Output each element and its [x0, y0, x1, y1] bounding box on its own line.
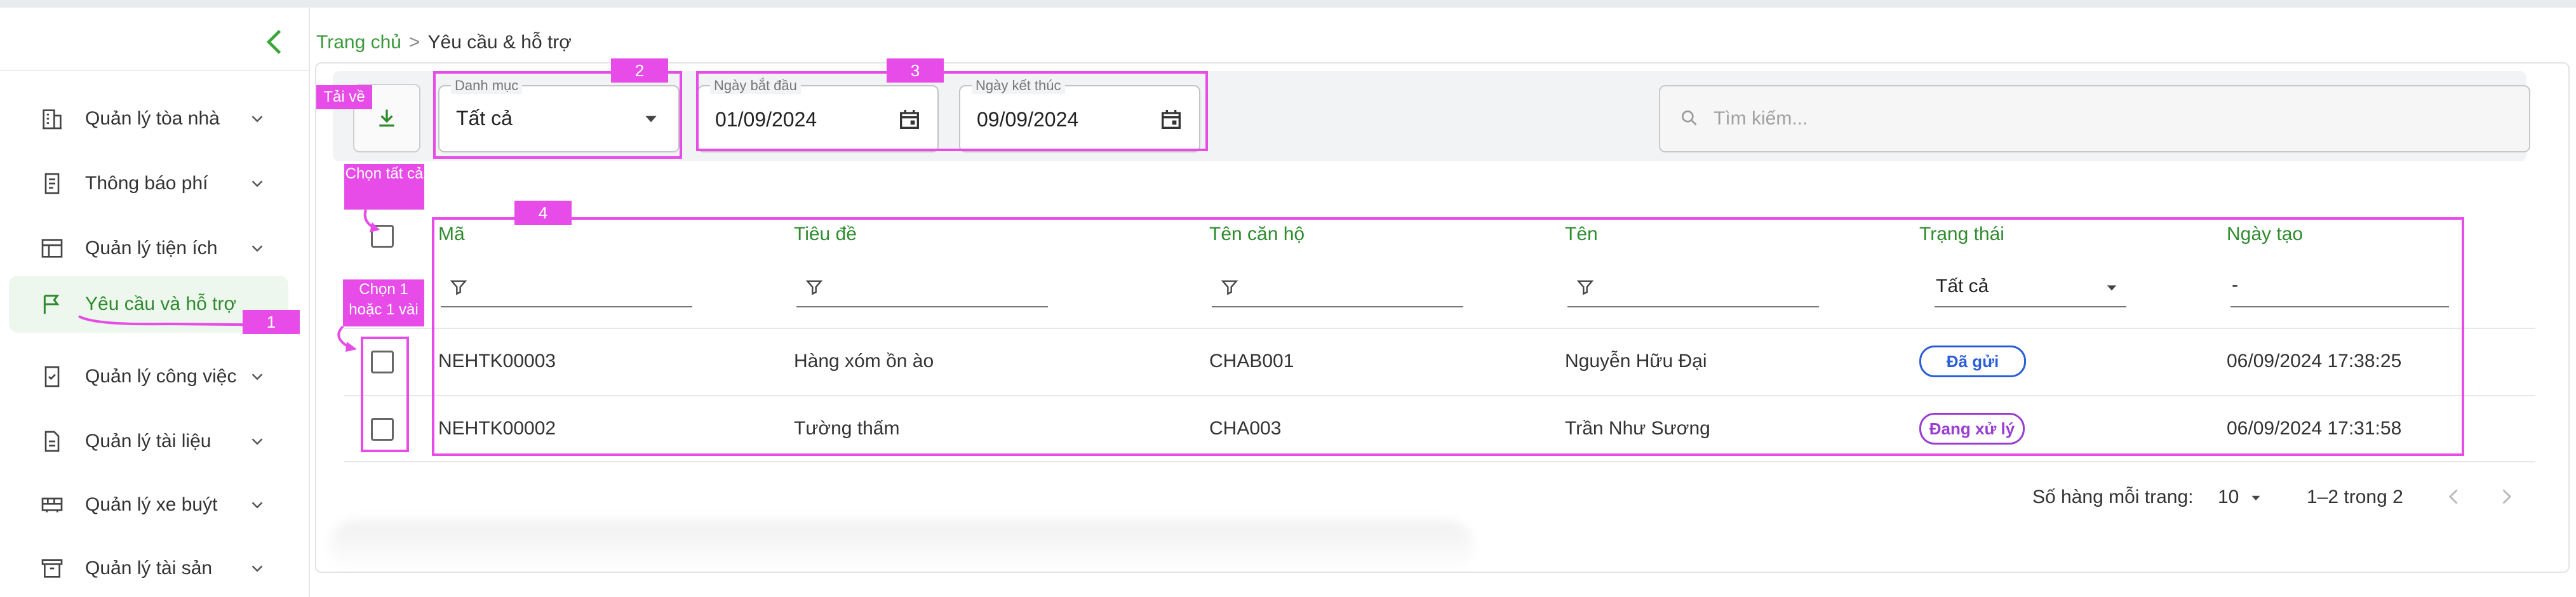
sidebar-item-tasks[interactable]: Quản lý công việc — [9, 348, 288, 405]
search-placeholder: Tìm kiếm... — [1714, 108, 1808, 129]
sidebar-item-label: Thông báo phí — [85, 173, 208, 194]
rows-per-page-value: 10 — [2218, 486, 2239, 507]
rows-per-page-select[interactable]: 10 — [2218, 486, 2262, 508]
annotation-box-3 — [696, 71, 1208, 151]
annotation-number-4: 4 — [514, 201, 572, 225]
chevron-down-icon — [252, 245, 263, 252]
sidebar-item-building[interactable]: Quản lý tòa nhà — [9, 90, 288, 147]
task-icon — [44, 366, 60, 387]
archive-icon — [41, 559, 63, 578]
chevron-down-icon — [252, 565, 263, 572]
breadcrumb-home-link[interactable]: Trang chủ — [316, 32, 401, 53]
sidebar-item-bus[interactable]: Quản lý xe buýt — [9, 476, 288, 533]
blur-overlay — [330, 521, 1473, 572]
breadcrumb-current: Yêu cầu & hỗ trợ — [427, 32, 572, 53]
sidebar-item-label: Quản lý tòa nhà — [85, 108, 220, 129]
annotation-box-2 — [433, 71, 682, 159]
annotation-number-2: 2 — [611, 58, 668, 83]
sidebar: Quản lý tòa nhà Thông báo phí Quản lý ti… — [0, 8, 310, 597]
annotation-number-1: 1 — [243, 310, 300, 334]
breadcrumb: Trang chủ > Yêu cầu & hỗ trợ — [316, 32, 572, 53]
chevron-down-icon — [252, 438, 263, 445]
sidebar-item-label: Quản lý xe buýt — [85, 494, 218, 515]
sidebar-divider — [0, 70, 309, 71]
sidebar-item-label: Quản lý tài liệu — [85, 431, 211, 452]
search-input[interactable]: Tìm kiếm... — [1659, 85, 2530, 152]
row-divider — [344, 461, 2535, 462]
sidebar-item-label: Quản lý tiện ích — [85, 238, 218, 258]
chevron-down-icon — [252, 502, 263, 509]
sidebar-item-assets[interactable]: Quản lý tài sản — [9, 540, 288, 597]
annotation-number-3: 3 — [887, 58, 944, 83]
search-icon — [1682, 111, 1697, 126]
chevron-down-icon — [252, 373, 263, 380]
sidebar-item-label: Quản lý tài sản — [85, 558, 213, 579]
annotation-arrow — [363, 209, 380, 232]
rows-per-page-label: Số hàng mỗi trang: — [2032, 486, 2194, 507]
chevron-down-icon — [252, 116, 263, 123]
chevron-down-icon — [252, 180, 263, 187]
annotation-box-4 — [432, 217, 2464, 456]
sidebar-item-utilities[interactable]: Quản lý tiện ích — [9, 220, 288, 277]
download-icon — [379, 109, 394, 127]
bus-icon — [41, 497, 63, 513]
annotation-select-some-note: Chọn 1 hoặc 1 vài — [343, 279, 424, 326]
annotation-arrow — [337, 325, 357, 352]
collapse-sidebar-button[interactable] — [259, 25, 292, 58]
dropdown-arrow-icon — [2251, 495, 2260, 500]
receipt-icon — [44, 173, 60, 194]
document-icon — [44, 431, 60, 452]
previous-page-button[interactable] — [2443, 485, 2465, 508]
flag-icon — [43, 295, 60, 314]
top-bar — [0, 0, 2576, 8]
sidebar-item-label: Quản lý công việc — [85, 366, 237, 387]
layout-icon — [41, 239, 63, 258]
sidebar-item-documents[interactable]: Quản lý tài liệu — [9, 413, 288, 470]
next-page-button[interactable] — [2495, 485, 2518, 508]
annotation-select-all-note: Chọn tất cả — [344, 164, 424, 210]
annotation-download-tag: Tải về — [316, 85, 372, 109]
annotation-row-checkbox-box — [361, 337, 409, 452]
pagination-range: 1–2 trong 2 — [2307, 486, 2403, 507]
breadcrumb-separator: > — [408, 32, 420, 53]
chevron-left-icon — [266, 29, 281, 55]
building-icon — [43, 109, 62, 130]
sidebar-item-fees[interactable]: Thông báo phí — [9, 155, 288, 212]
